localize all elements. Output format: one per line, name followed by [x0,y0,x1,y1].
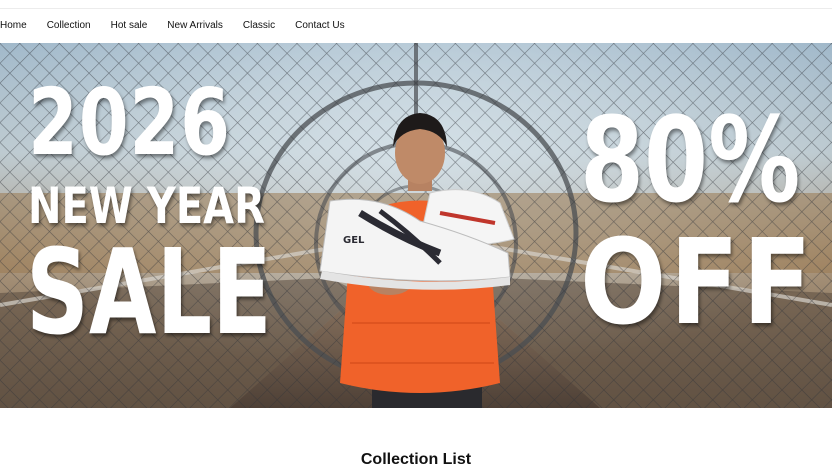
hero-discount: 80% [580,91,801,229]
nav-contact-us[interactable]: Contact Us [295,19,344,33]
hero-sale: SALE [26,223,272,361]
collection-list-title: Collection List [360,451,472,468]
page: Home Collection Hot sale New Arrivals Cl… [0,0,832,468]
nav-new-arrivals[interactable]: New Arrivals [167,19,223,33]
nav-classic[interactable]: Classic [243,19,275,33]
nav-home[interactable]: Home [0,19,27,33]
hero-year: 2026 [28,69,231,176]
shoe-brand-text: GEL [343,235,365,246]
hero-off: OFF [580,213,816,351]
hero-banner[interactable]: GEL 2026 NEW YEAR SALE 80% OFF [0,43,832,408]
nav-hot-sale[interactable]: Hot sale [111,19,148,33]
nav-collection[interactable]: Collection [47,19,91,33]
main-nav: Home Collection Hot sale New Arrivals Cl… [0,9,832,43]
